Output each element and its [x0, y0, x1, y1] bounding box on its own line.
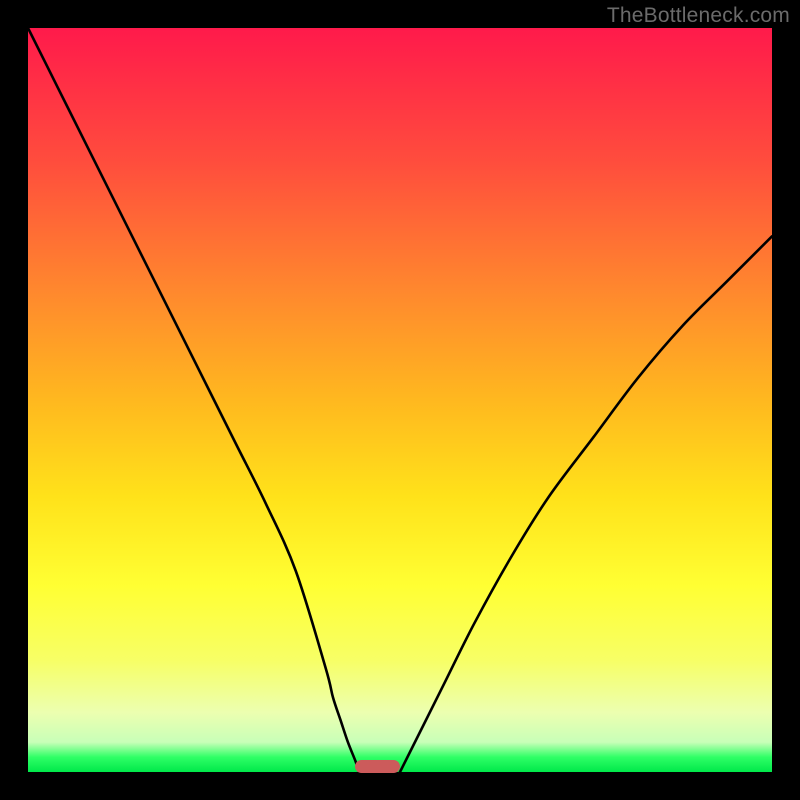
plot-area: [28, 28, 772, 772]
marker-pill: [355, 760, 400, 773]
bottleneck-curve: [28, 28, 772, 772]
right-branch-path: [400, 236, 772, 772]
chart-stage: TheBottleneck.com: [0, 0, 800, 800]
left-branch-path: [28, 28, 359, 772]
watermark-text: TheBottleneck.com: [607, 4, 790, 28]
